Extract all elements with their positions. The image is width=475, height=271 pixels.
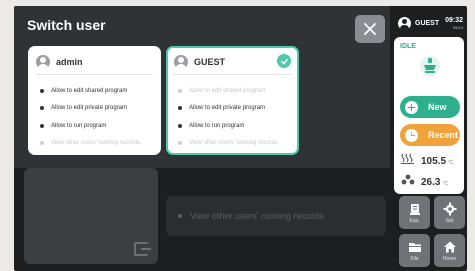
- new-button[interactable]: New: [400, 96, 460, 118]
- experiment-button[interactable]: Exp.: [399, 196, 430, 229]
- experiment-icon: [409, 203, 420, 215]
- user-avatar-icon: [174, 55, 188, 69]
- switch-user-modal: Switch user admin Allow to edit shared p…: [14, 6, 390, 168]
- permission-item-disabled: Allow to edit shared program: [178, 82, 278, 100]
- clock: 09:32 09/14: [445, 17, 463, 30]
- user-name: GUEST: [194, 57, 226, 67]
- settings-button[interactable]: Set: [434, 196, 465, 229]
- clock-date: 09/14: [452, 24, 463, 30]
- temperature-unit: °C: [448, 160, 454, 166]
- clock-time: 09:32: [445, 16, 463, 24]
- settings-label: Set: [445, 217, 454, 224]
- user-name: admin: [56, 57, 83, 67]
- current-user-label[interactable]: GUEST: [415, 20, 439, 27]
- permission-item: Allow to edit private program: [178, 100, 278, 118]
- recent-label: Recent: [428, 130, 459, 140]
- background-record-label: View other users' running records: [190, 211, 324, 221]
- recent-button[interactable]: Recent: [400, 124, 460, 146]
- close-icon: [364, 23, 376, 35]
- lid-temperature: 105.5 °C: [400, 153, 460, 167]
- side-panel: IDLE New Recent 105.5 °C 26.3 °C: [394, 37, 464, 194]
- permission-list: Allow to edit shared program Allow to ed…: [40, 82, 140, 152]
- exit-icon: [134, 242, 151, 256]
- permission-item: Allow to run program: [178, 117, 278, 135]
- modal-title: Switch user: [27, 17, 106, 33]
- permission-item: Allow to run program: [40, 117, 140, 135]
- file-label: File: [410, 255, 419, 262]
- bullet-icon: [178, 214, 182, 218]
- machine-icon: [420, 56, 440, 76]
- folder-icon: [408, 242, 421, 252]
- block-temperature: 26.3 °C: [400, 174, 460, 188]
- home-label: Home: [442, 255, 457, 262]
- permission-list: Allow to edit shared program Allow to ed…: [178, 82, 278, 152]
- divider: [174, 74, 291, 75]
- file-button[interactable]: File: [399, 234, 430, 267]
- new-label: New: [428, 102, 447, 112]
- permission-item-disabled: View other users' running records: [40, 135, 140, 153]
- divider: [36, 74, 153, 75]
- block-temperature-value: 26.3: [421, 177, 441, 188]
- check-icon: [277, 54, 291, 68]
- user-icon: [398, 16, 411, 30]
- home-icon: [443, 241, 456, 252]
- permission-item: Allow to edit shared program: [40, 82, 140, 100]
- device-screen: View other users' running records Switch…: [14, 6, 467, 271]
- user-card-guest[interactable]: GUEST Allow to edit shared program Allow…: [166, 46, 299, 155]
- lid-temperature-value: 105.5: [421, 156, 447, 167]
- permission-item-disabled: View other users' running records: [178, 135, 278, 153]
- permission-item: Allow to edit private program: [40, 100, 140, 118]
- status-bar: GUEST 09:32 09/14: [392, 12, 467, 34]
- background-permission-row: View other users' running records: [166, 196, 386, 236]
- close-button[interactable]: [355, 15, 385, 43]
- experiment-label: Exp.: [409, 217, 420, 224]
- user-avatar-icon: [36, 55, 50, 69]
- temperature-unit: °C: [442, 181, 449, 187]
- home-button[interactable]: Home: [434, 234, 465, 267]
- gear-icon: [443, 202, 456, 215]
- heat-icon: [401, 153, 414, 164]
- user-card-admin[interactable]: admin Allow to edit shared program Allow…: [28, 46, 161, 155]
- status-label: IDLE: [400, 43, 416, 50]
- plus-icon: [405, 100, 418, 114]
- background-user-panel: [24, 168, 158, 264]
- clock-icon: [405, 128, 418, 142]
- block-icon: [401, 174, 415, 185]
